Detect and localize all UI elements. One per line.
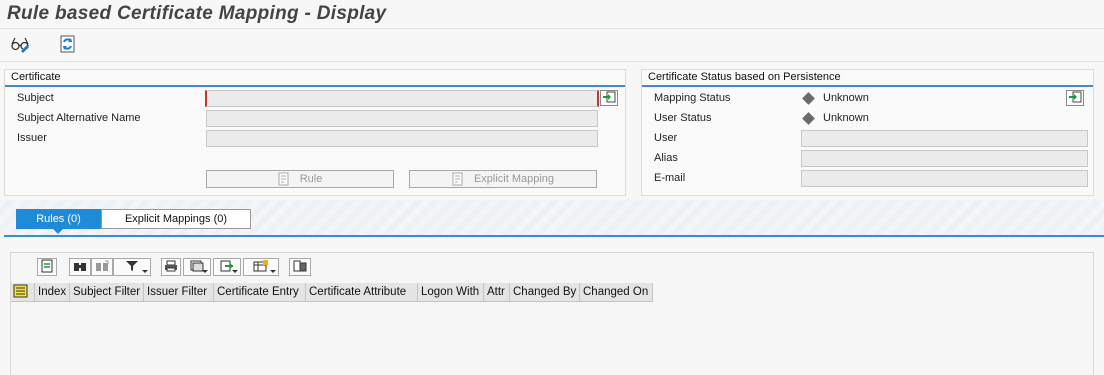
column-header-issuer-filter[interactable]: Issuer Filter xyxy=(144,283,214,302)
status-group-title: Certificate Status based on Persistence xyxy=(648,71,841,83)
column-header-certificate-entry[interactable]: Certificate Entry xyxy=(214,283,306,302)
issuer-label: Issuer xyxy=(17,132,47,144)
graphic-button[interactable] xyxy=(289,258,311,276)
explicit-mapping-button[interactable]: Explicit Mapping xyxy=(409,170,597,188)
filter-icon xyxy=(125,260,139,275)
subject-alt-name-label: Subject Alternative Name xyxy=(17,112,141,124)
active-tab-indicator xyxy=(53,229,63,234)
find-next-icon xyxy=(95,260,109,275)
email-label: E-mail xyxy=(654,172,686,184)
rule-button-label: Rule xyxy=(299,173,323,185)
alias-field[interactable] xyxy=(801,150,1088,167)
issuer-field[interactable] xyxy=(206,130,598,147)
display-change-button[interactable] xyxy=(8,34,32,56)
find-next-button[interactable] xyxy=(91,258,113,276)
rule-button[interactable]: Rule xyxy=(206,170,394,188)
grid-toolbar xyxy=(11,253,1093,281)
print-button[interactable] xyxy=(161,258,181,276)
import-icon xyxy=(1068,91,1082,106)
status-unknown-icon xyxy=(802,112,815,125)
tab-explicit-mappings-label: Explicit Mappings (0) xyxy=(124,213,228,225)
page-title: Rule based Certificate Mapping - Display xyxy=(7,3,387,24)
subject-alt-name-field[interactable] xyxy=(206,110,598,127)
select-all-button[interactable] xyxy=(11,283,35,302)
email-field[interactable] xyxy=(801,170,1088,187)
user-label: User xyxy=(654,132,678,144)
display-change-glasses-icon xyxy=(10,35,30,56)
column-header-changed-by[interactable]: Changed By xyxy=(510,283,580,302)
column-header-logon-with[interactable]: Logon With xyxy=(418,283,484,302)
column-header-certificate-attribute[interactable]: Certificate Attribute xyxy=(306,283,418,302)
column-header-index[interactable]: Index xyxy=(35,283,70,302)
rules-grid: Index Subject Filter Issuer Filter Certi… xyxy=(10,252,1094,375)
column-header-attr[interactable]: Attr xyxy=(484,283,510,302)
graphic-icon xyxy=(293,260,307,275)
status-unknown-icon xyxy=(802,92,815,105)
user-status-value: Unknown xyxy=(823,112,869,124)
find-icon xyxy=(73,260,87,275)
certificate-group-title: Certificate xyxy=(11,71,61,83)
alias-label: Alias xyxy=(654,152,678,164)
refresh-icon xyxy=(58,34,78,57)
print-icon xyxy=(164,260,178,275)
certificate-group: Certificate Subject Subject Alternative … xyxy=(4,69,626,196)
group-divider xyxy=(642,85,1093,87)
status-group: Certificate Status based on Persistence … xyxy=(641,69,1094,196)
user-status-label: User Status xyxy=(654,112,712,124)
user-field[interactable] xyxy=(801,130,1088,147)
title-bar: Rule based Certificate Mapping - Display xyxy=(0,0,1104,28)
subject-field[interactable] xyxy=(205,90,599,107)
application-toolbar xyxy=(0,28,1104,62)
group-divider xyxy=(5,85,625,87)
column-header-changed-on[interactable]: Changed On xyxy=(580,283,653,302)
details-icon xyxy=(41,259,53,276)
column-header-subject-filter[interactable]: Subject Filter xyxy=(70,283,144,302)
import-icon xyxy=(602,91,616,106)
explicit-mapping-doc-icon xyxy=(452,172,464,186)
layout-button[interactable] xyxy=(243,258,279,276)
layout-icon xyxy=(253,259,269,275)
details-button[interactable] xyxy=(37,258,57,276)
select-all-icon xyxy=(13,284,29,301)
mapping-status-label: Mapping Status xyxy=(654,92,731,104)
find-button[interactable] xyxy=(69,258,91,276)
views-button[interactable] xyxy=(183,258,211,276)
tab-rules[interactable]: Rules (0) xyxy=(16,209,101,229)
chevron-down-icon xyxy=(270,270,276,273)
tab-explicit-mappings[interactable]: Explicit Mappings (0) xyxy=(101,209,251,229)
chevron-down-icon xyxy=(202,270,208,273)
mapping-status-value: Unknown xyxy=(823,92,869,104)
rule-doc-icon xyxy=(278,172,290,186)
subject-details-button[interactable] xyxy=(600,90,618,106)
filter-button[interactable] xyxy=(113,258,151,276)
status-details-button[interactable] xyxy=(1066,90,1084,106)
tabstrip-line xyxy=(4,235,1104,237)
explicit-mapping-button-label: Explicit Mapping xyxy=(473,173,555,185)
tab-rules-label: Rules (0) xyxy=(36,213,81,225)
refresh-button[interactable] xyxy=(56,34,80,56)
chevron-down-icon xyxy=(232,270,238,273)
subject-label: Subject xyxy=(17,92,54,104)
chevron-down-icon xyxy=(142,270,148,273)
export-button[interactable] xyxy=(213,258,241,276)
